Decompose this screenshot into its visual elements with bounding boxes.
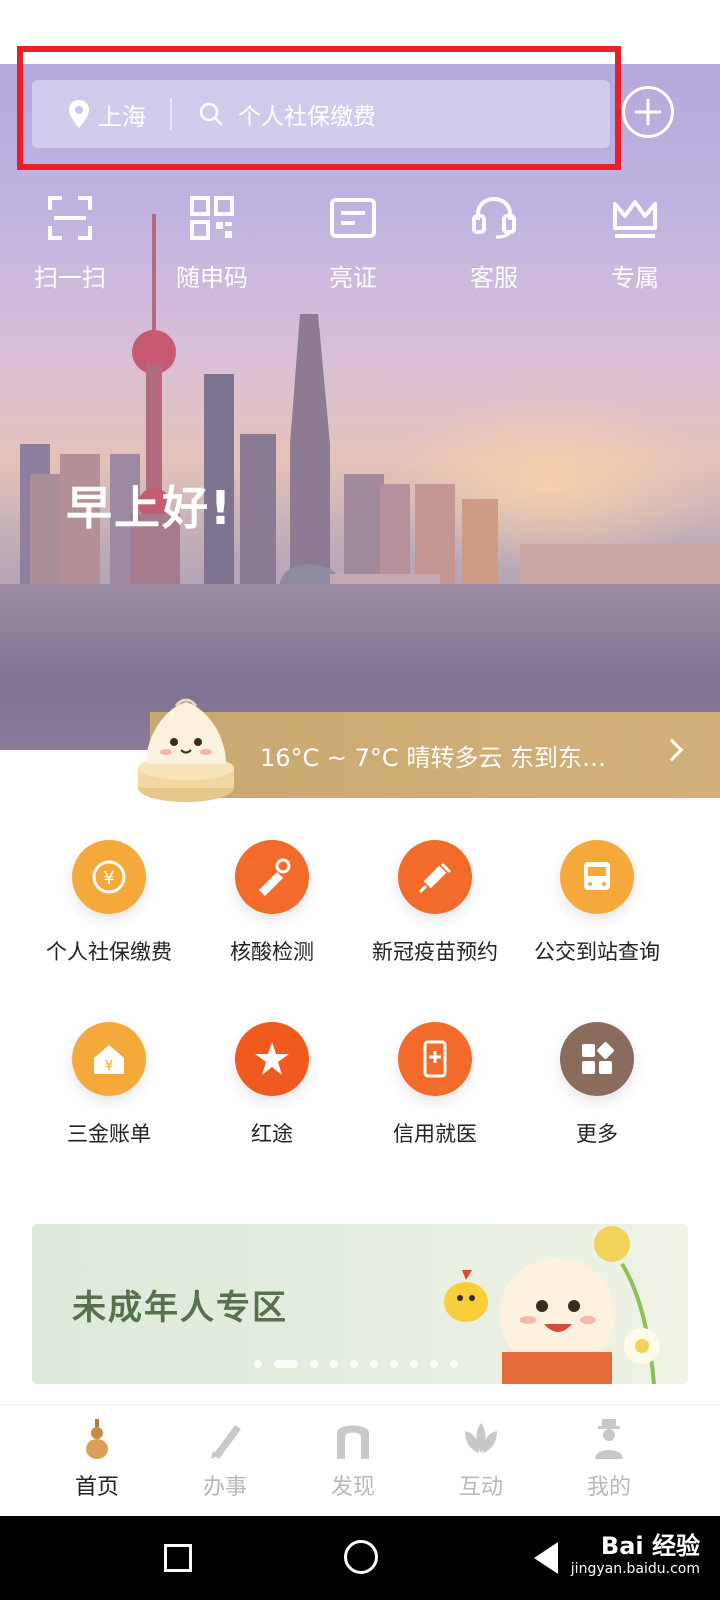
chevron-right-icon <box>660 738 684 762</box>
minor-zone-banner[interactable]: 未成年人专区 <box>32 1224 688 1384</box>
pagination-dot-active[interactable] <box>274 1360 298 1368</box>
banner-pagination <box>254 1360 470 1368</box>
dropper-icon <box>235 840 309 914</box>
quick-action-service[interactable]: 客服 <box>444 196 544 293</box>
service-red-journey[interactable]: 红途 <box>187 1022 357 1148</box>
bus-icon <box>560 840 634 914</box>
recent-apps-button[interactable] <box>164 1544 192 1572</box>
service-label: 个人社保缴费 <box>46 940 172 964</box>
crown-icon <box>613 200 657 238</box>
service-nucleic-test[interactable]: 核酸检测 <box>187 840 357 966</box>
quick-action-exclusive[interactable]: 专属 <box>585 196 685 293</box>
pagination-dot[interactable] <box>390 1360 398 1368</box>
add-button[interactable] <box>622 86 674 138</box>
bun-mascot-reading-icon <box>444 1226 660 1384</box>
quick-action-label: 客服 <box>470 264 518 292</box>
headset-icon <box>472 196 516 239</box>
service-bus-query[interactable]: 公交到站查询 <box>512 840 682 966</box>
yen-clock-icon: ¥ <box>72 840 146 914</box>
quick-action-label: 随申码 <box>176 264 248 292</box>
lotus-icon <box>465 1423 497 1453</box>
quick-action-label: 亮证 <box>329 264 377 292</box>
service-three-funds[interactable]: ¥ 三金账单 <box>24 1022 194 1148</box>
bun-mascot-icon <box>138 698 234 802</box>
search-divider <box>170 98 172 130</box>
arch-icon <box>337 1425 369 1459</box>
greeting-text: 早上好! <box>66 481 233 535</box>
tab-label: 互动 <box>458 1475 503 1500</box>
pagination-dot[interactable] <box>370 1360 378 1368</box>
tab-profile[interactable]: 我的 <box>544 1417 674 1501</box>
service-label: 信用就医 <box>393 1122 477 1146</box>
service-label: 新冠疫苗预约 <box>372 940 498 964</box>
search-placeholder: 个人社保缴费 <box>238 104 376 130</box>
tab-home[interactable]: 首页 <box>32 1417 162 1501</box>
quick-action-label: 专属 <box>611 264 659 292</box>
service-label: 三金账单 <box>67 1122 151 1146</box>
banner-title: 未成年人专区 <box>72 1288 288 1328</box>
pagination-dot[interactable] <box>310 1360 318 1368</box>
quick-actions: 扫一扫 随申码 亮证 客服 专属 <box>0 196 720 316</box>
tab-label: 办事 <box>202 1475 247 1500</box>
pagination-dot[interactable] <box>330 1360 338 1368</box>
svg-text:¥: ¥ <box>105 1058 114 1074</box>
back-button[interactable] <box>534 1542 558 1574</box>
quick-action-scan[interactable]: 扫一扫 <box>20 196 120 293</box>
service-label: 公交到站查询 <box>534 940 660 964</box>
tab-interact[interactable]: 互动 <box>416 1417 546 1501</box>
tab-label: 我的 <box>586 1475 631 1500</box>
svg-text:¥: ¥ <box>103 868 114 889</box>
phone-plus-icon <box>398 1022 472 1096</box>
service-label: 更多 <box>576 1122 618 1146</box>
gourd-icon <box>86 1419 108 1459</box>
pagination-dot[interactable] <box>410 1360 418 1368</box>
location-selector[interactable]: 上海 <box>32 80 146 148</box>
bottom-tab-bar: 首页 办事 发现 互动 我的 <box>0 1404 720 1516</box>
pagination-dot[interactable] <box>254 1360 262 1368</box>
weather-text: 16°C ~ 7°C 晴转多云 东到东… <box>260 744 606 772</box>
tab-services[interactable]: 办事 <box>160 1417 290 1501</box>
id-card-icon <box>330 198 376 238</box>
star-flag-icon <box>235 1022 309 1096</box>
service-label: 红途 <box>251 1122 293 1146</box>
syringe-icon <box>398 840 472 914</box>
status-bar <box>0 0 720 64</box>
pagination-dot[interactable] <box>350 1360 358 1368</box>
service-social-security[interactable]: ¥ 个人社保缴费 <box>24 840 194 966</box>
system-navigation-bar: Bai 经验 jingyan.baidu.com <box>0 1516 720 1600</box>
qr-code-icon <box>190 196 234 240</box>
search-input[interactable]: 个人社保缴费 <box>198 97 376 131</box>
quick-action-id-card[interactable]: 亮证 <box>303 196 403 293</box>
service-credit-medical[interactable]: 信用就医 <box>350 1022 520 1148</box>
service-label: 核酸检测 <box>230 940 314 964</box>
search-icon <box>199 102 223 126</box>
location-label: 上海 <box>98 102 146 131</box>
tab-label: 发现 <box>330 1475 375 1500</box>
quick-action-label: 扫一扫 <box>34 264 106 292</box>
tab-label: 首页 <box>74 1475 119 1500</box>
pagination-dot[interactable] <box>450 1360 458 1368</box>
home-button[interactable] <box>344 1540 378 1574</box>
quick-action-qr-code[interactable]: 随申码 <box>162 196 262 293</box>
hero-banner <box>0 64 720 750</box>
pagination-dot[interactable] <box>430 1360 438 1368</box>
pen-icon <box>211 1425 241 1459</box>
tab-discover[interactable]: 发现 <box>288 1417 418 1501</box>
person-icon <box>595 1419 623 1459</box>
service-vaccine[interactable]: 新冠疫苗预约 <box>350 840 520 966</box>
scan-icon <box>48 196 92 240</box>
baidu-jingyan-watermark: Bai 经验 jingyan.baidu.com <box>571 1526 700 1577</box>
grid-more-icon <box>560 1022 634 1096</box>
search-bar[interactable]: 上海 个人社保缴费 <box>32 80 610 148</box>
house-yen-icon: ¥ <box>72 1022 146 1096</box>
watermark-main: Bai 经验 <box>600 1532 700 1560</box>
watermark-sub: jingyan.baidu.com <box>570 1561 700 1577</box>
location-pin-icon <box>69 100 89 128</box>
service-more[interactable]: 更多 <box>512 1022 682 1148</box>
